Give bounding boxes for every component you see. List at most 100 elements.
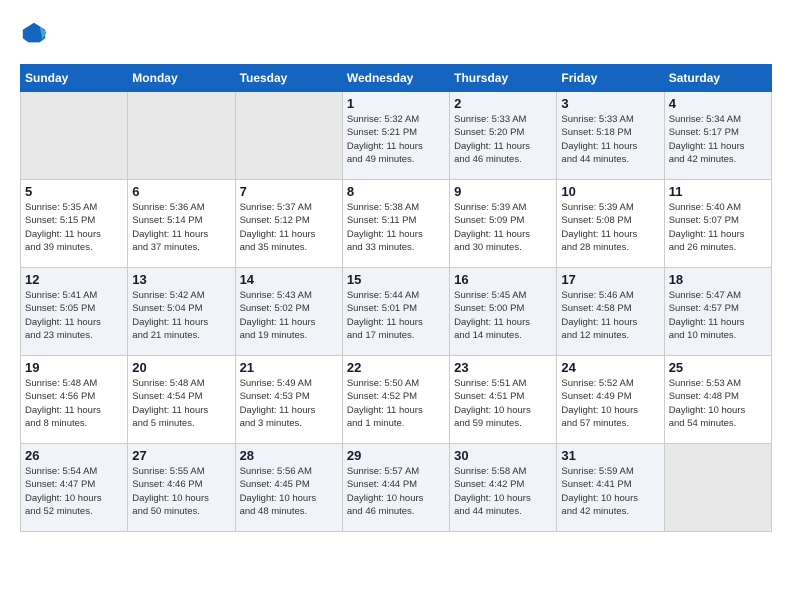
day-number: 20 bbox=[132, 360, 230, 375]
calendar-cell: 23 Sunrise: 5:51 AM Sunset: 4:51 PM Dayli… bbox=[450, 356, 557, 444]
calendar-cell: 25 Sunrise: 5:53 AM Sunset: 4:48 PM Dayli… bbox=[664, 356, 771, 444]
day-number: 28 bbox=[240, 448, 338, 463]
day-info: Sunrise: 5:59 AM Sunset: 4:41 PM Dayligh… bbox=[561, 465, 659, 518]
day-number: 4 bbox=[669, 96, 767, 111]
day-info: Sunrise: 5:58 AM Sunset: 4:42 PM Dayligh… bbox=[454, 465, 552, 518]
calendar-cell bbox=[21, 92, 128, 180]
day-info: Sunrise: 5:39 AM Sunset: 5:09 PM Dayligh… bbox=[454, 201, 552, 254]
day-info: Sunrise: 5:33 AM Sunset: 5:18 PM Dayligh… bbox=[561, 113, 659, 166]
day-info: Sunrise: 5:57 AM Sunset: 4:44 PM Dayligh… bbox=[347, 465, 445, 518]
day-info: Sunrise: 5:48 AM Sunset: 4:56 PM Dayligh… bbox=[25, 377, 123, 430]
calendar-cell: 22 Sunrise: 5:50 AM Sunset: 4:52 PM Dayli… bbox=[342, 356, 449, 444]
day-info: Sunrise: 5:55 AM Sunset: 4:46 PM Dayligh… bbox=[132, 465, 230, 518]
day-info: Sunrise: 5:46 AM Sunset: 4:58 PM Dayligh… bbox=[561, 289, 659, 342]
day-number: 29 bbox=[347, 448, 445, 463]
day-info: Sunrise: 5:54 AM Sunset: 4:47 PM Dayligh… bbox=[25, 465, 123, 518]
day-number: 13 bbox=[132, 272, 230, 287]
logo-icon bbox=[20, 20, 48, 48]
day-number: 6 bbox=[132, 184, 230, 199]
day-number: 2 bbox=[454, 96, 552, 111]
day-number: 1 bbox=[347, 96, 445, 111]
day-info: Sunrise: 5:42 AM Sunset: 5:04 PM Dayligh… bbox=[132, 289, 230, 342]
day-info: Sunrise: 5:38 AM Sunset: 5:11 PM Dayligh… bbox=[347, 201, 445, 254]
day-info: Sunrise: 5:48 AM Sunset: 4:54 PM Dayligh… bbox=[132, 377, 230, 430]
day-number: 8 bbox=[347, 184, 445, 199]
calendar-cell bbox=[235, 92, 342, 180]
calendar-cell: 12 Sunrise: 5:41 AM Sunset: 5:05 PM Dayli… bbox=[21, 268, 128, 356]
calendar-cell: 20 Sunrise: 5:48 AM Sunset: 4:54 PM Dayli… bbox=[128, 356, 235, 444]
day-number: 5 bbox=[25, 184, 123, 199]
day-info: Sunrise: 5:56 AM Sunset: 4:45 PM Dayligh… bbox=[240, 465, 338, 518]
day-info: Sunrise: 5:41 AM Sunset: 5:05 PM Dayligh… bbox=[25, 289, 123, 342]
day-info: Sunrise: 5:43 AM Sunset: 5:02 PM Dayligh… bbox=[240, 289, 338, 342]
calendar-cell: 6 Sunrise: 5:36 AM Sunset: 5:14 PM Daylig… bbox=[128, 180, 235, 268]
weekday-header-friday: Friday bbox=[557, 65, 664, 92]
day-number: 22 bbox=[347, 360, 445, 375]
calendar-cell: 26 Sunrise: 5:54 AM Sunset: 4:47 PM Dayli… bbox=[21, 444, 128, 532]
calendar-cell: 2Sunrise: 5:33 AM Sunset: 5:20 PM Daylig… bbox=[450, 92, 557, 180]
day-number: 9 bbox=[454, 184, 552, 199]
day-number: 30 bbox=[454, 448, 552, 463]
day-number: 12 bbox=[25, 272, 123, 287]
calendar-cell: 14 Sunrise: 5:43 AM Sunset: 5:02 PM Dayli… bbox=[235, 268, 342, 356]
day-info: Sunrise: 5:44 AM Sunset: 5:01 PM Dayligh… bbox=[347, 289, 445, 342]
calendar-cell: 3 Sunrise: 5:33 AM Sunset: 5:18 PM Daylig… bbox=[557, 92, 664, 180]
calendar-cell: 17 Sunrise: 5:46 AM Sunset: 4:58 PM Dayli… bbox=[557, 268, 664, 356]
calendar-cell: 30 Sunrise: 5:58 AM Sunset: 4:42 PM Dayli… bbox=[450, 444, 557, 532]
calendar-cell: 24 Sunrise: 5:52 AM Sunset: 4:49 PM Dayli… bbox=[557, 356, 664, 444]
day-number: 14 bbox=[240, 272, 338, 287]
calendar-cell: 27Sunrise: 5:55 AM Sunset: 4:46 PM Dayli… bbox=[128, 444, 235, 532]
day-number: 24 bbox=[561, 360, 659, 375]
day-info: Sunrise: 5:34 AM Sunset: 5:17 PM Dayligh… bbox=[669, 113, 767, 166]
day-number: 10 bbox=[561, 184, 659, 199]
day-number: 3 bbox=[561, 96, 659, 111]
day-number: 19 bbox=[25, 360, 123, 375]
calendar-cell: 10Sunrise: 5:39 AM Sunset: 5:08 PM Dayli… bbox=[557, 180, 664, 268]
day-info: Sunrise: 5:53 AM Sunset: 4:48 PM Dayligh… bbox=[669, 377, 767, 430]
calendar-cell: 9 Sunrise: 5:39 AM Sunset: 5:09 PM Daylig… bbox=[450, 180, 557, 268]
day-info: Sunrise: 5:49 AM Sunset: 4:53 PM Dayligh… bbox=[240, 377, 338, 430]
day-number: 11 bbox=[669, 184, 767, 199]
calendar-cell: 13 Sunrise: 5:42 AM Sunset: 5:04 PM Dayli… bbox=[128, 268, 235, 356]
day-info: Sunrise: 5:37 AM Sunset: 5:12 PM Dayligh… bbox=[240, 201, 338, 254]
day-info: Sunrise: 5:52 AM Sunset: 4:49 PM Dayligh… bbox=[561, 377, 659, 430]
weekday-header-sunday: Sunday bbox=[21, 65, 128, 92]
calendar-cell: 7 Sunrise: 5:37 AM Sunset: 5:12 PM Daylig… bbox=[235, 180, 342, 268]
day-info: Sunrise: 5:36 AM Sunset: 5:14 PM Dayligh… bbox=[132, 201, 230, 254]
day-number: 23 bbox=[454, 360, 552, 375]
day-info: Sunrise: 5:50 AM Sunset: 4:52 PM Dayligh… bbox=[347, 377, 445, 430]
calendar-cell: 31Sunrise: 5:59 AM Sunset: 4:41 PM Dayli… bbox=[557, 444, 664, 532]
calendar-cell bbox=[664, 444, 771, 532]
calendar-cell: 16 Sunrise: 5:45 AM Sunset: 5:00 PM Dayli… bbox=[450, 268, 557, 356]
calendar-cell: 19 Sunrise: 5:48 AM Sunset: 4:56 PM Dayli… bbox=[21, 356, 128, 444]
day-number: 26 bbox=[25, 448, 123, 463]
calendar-cell: 8 Sunrise: 5:38 AM Sunset: 5:11 PM Daylig… bbox=[342, 180, 449, 268]
calendar-cell: 11 Sunrise: 5:40 AM Sunset: 5:07 PM Dayli… bbox=[664, 180, 771, 268]
logo bbox=[20, 20, 52, 48]
calendar-cell: 1 Sunrise: 5:32 AM Sunset: 5:21 PM Daylig… bbox=[342, 92, 449, 180]
calendar-cell: 18Sunrise: 5:47 AM Sunset: 4:57 PM Dayli… bbox=[664, 268, 771, 356]
day-info: Sunrise: 5:45 AM Sunset: 5:00 PM Dayligh… bbox=[454, 289, 552, 342]
day-info: Sunrise: 5:32 AM Sunset: 5:21 PM Dayligh… bbox=[347, 113, 445, 166]
day-info: Sunrise: 5:51 AM Sunset: 4:51 PM Dayligh… bbox=[454, 377, 552, 430]
day-number: 21 bbox=[240, 360, 338, 375]
weekday-header-wednesday: Wednesday bbox=[342, 65, 449, 92]
calendar-cell: 4 Sunrise: 5:34 AM Sunset: 5:17 PM Daylig… bbox=[664, 92, 771, 180]
day-number: 16 bbox=[454, 272, 552, 287]
calendar-cell: 15 Sunrise: 5:44 AM Sunset: 5:01 PM Dayli… bbox=[342, 268, 449, 356]
calendar-cell: 21 Sunrise: 5:49 AM Sunset: 4:53 PM Dayli… bbox=[235, 356, 342, 444]
calendar-cell: 5 Sunrise: 5:35 AM Sunset: 5:15 PM Daylig… bbox=[21, 180, 128, 268]
calendar-table: SundayMondayTuesdayWednesdayThursdayFrid… bbox=[20, 64, 772, 532]
calendar-cell: 29 Sunrise: 5:57 AM Sunset: 4:44 PM Dayli… bbox=[342, 444, 449, 532]
day-number: 17 bbox=[561, 272, 659, 287]
day-number: 7 bbox=[240, 184, 338, 199]
calendar-cell bbox=[128, 92, 235, 180]
page-header bbox=[20, 20, 772, 48]
day-number: 15 bbox=[347, 272, 445, 287]
day-info: Sunrise: 5:35 AM Sunset: 5:15 PM Dayligh… bbox=[25, 201, 123, 254]
day-number: 25 bbox=[669, 360, 767, 375]
day-info: Sunrise: 5:40 AM Sunset: 5:07 PM Dayligh… bbox=[669, 201, 767, 254]
weekday-header-monday: Monday bbox=[128, 65, 235, 92]
weekday-header-thursday: Thursday bbox=[450, 65, 557, 92]
day-info: Sunrise: 5:47 AM Sunset: 4:57 PM Dayligh… bbox=[669, 289, 767, 342]
